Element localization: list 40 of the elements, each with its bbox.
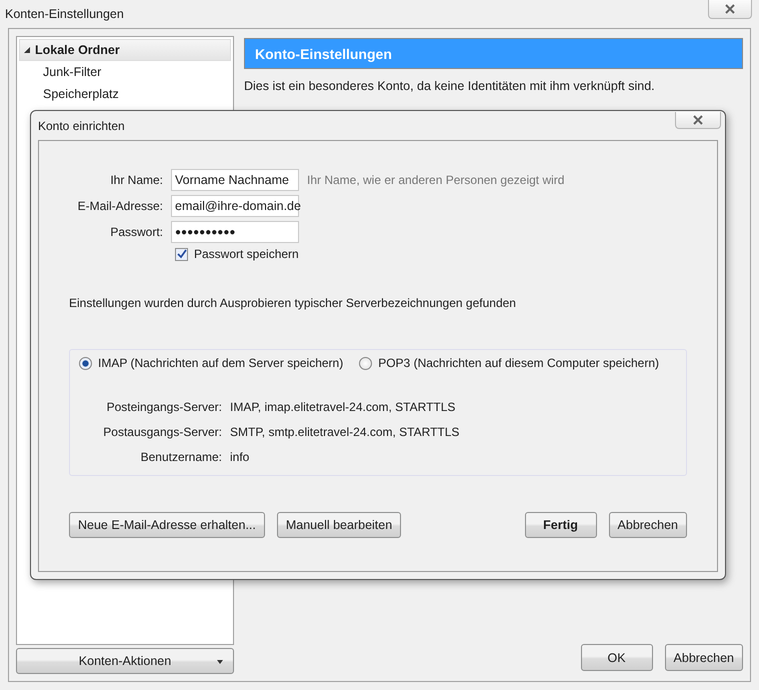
panel-header: Konto-Einstellungen bbox=[244, 38, 743, 69]
dialog-button[interactable]: Fertig bbox=[524, 512, 597, 538]
input-field[interactable]: Vorname Nachname bbox=[171, 169, 299, 191]
server-value: SMTP, smtp.elitetravel-24.com, STARTTLS bbox=[230, 425, 460, 439]
radio-button[interactable] bbox=[359, 356, 372, 370]
dialog-title: Konto einrichten bbox=[38, 119, 125, 133]
dialog-button[interactable]: Neue E-Mail-Adresse erhalten... bbox=[69, 512, 265, 538]
ok-button[interactable]: OK bbox=[580, 644, 653, 671]
cancel-button[interactable]: Abbrechen bbox=[664, 644, 743, 671]
tree-item[interactable]: Lokale Ordner bbox=[19, 39, 231, 61]
field-hint: Ihr Name, wie er anderen Personen gezeigt wird bbox=[307, 173, 566, 187]
close-button[interactable] bbox=[708, 0, 752, 19]
field-label: Passwort: bbox=[109, 225, 163, 239]
close-icon bbox=[723, 4, 737, 14]
dialog-button[interactable]: Manuell bearbeiten bbox=[276, 512, 402, 538]
tree-item[interactable]: Junk-Filter bbox=[19, 61, 231, 83]
status-message: Einstellungen wurden durch Ausprobieren typischer Serverbezeichnungen gefunden bbox=[69, 296, 517, 310]
input-field[interactable]: email@ihre-domain.de bbox=[171, 195, 299, 217]
close-icon bbox=[691, 115, 705, 125]
server-label: Postausgangs-Server: bbox=[102, 425, 222, 439]
expand-arrow-icon bbox=[23, 46, 31, 54]
radio-option[interactable]: IMAP (Nachrichten auf dem Server speichern) bbox=[79, 356, 344, 370]
server-value: IMAP, imap.elitetravel-24.com, STARTTLS bbox=[230, 400, 456, 414]
server-label: Posteingangs-Server: bbox=[106, 400, 222, 414]
window-title: Konten-Einstellungen bbox=[5, 7, 124, 21]
dropdown-arrow-icon bbox=[217, 660, 223, 664]
field-label: E-Mail-Adresse: bbox=[76, 199, 163, 213]
close-button[interactable] bbox=[675, 112, 721, 129]
field-label: Ihr Name: bbox=[109, 173, 163, 187]
panel-description: Dies ist ein besonderes Konto, da keine Identitäten mit ihm verknüpft sind. bbox=[244, 79, 656, 93]
radio-button[interactable] bbox=[79, 356, 92, 370]
checkbox[interactable] bbox=[175, 248, 188, 260]
server-value: info bbox=[230, 450, 250, 464]
input-field[interactable]: ●●●●●●●●●● bbox=[171, 221, 299, 243]
server-label: Benutzername: bbox=[140, 450, 222, 464]
checkbox-label: Passwort speichern bbox=[194, 247, 299, 261]
tree-item[interactable]: Speicherplatz bbox=[19, 83, 231, 105]
radio-option[interactable]: POP3 (Nachrichten auf diesem Computer speichern) bbox=[359, 356, 660, 370]
account-actions-button[interactable]: Konten-Aktionen bbox=[16, 648, 234, 674]
dialog-button[interactable]: Abbrechen bbox=[608, 512, 687, 538]
